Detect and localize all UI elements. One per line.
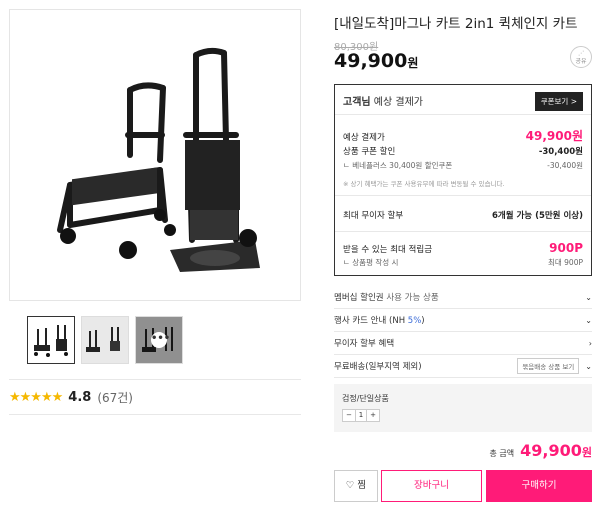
coupon-discount-row: 상품 쿠폰 할인 -30,400원 [343,147,583,157]
points-row: 받을 수 있는 최대 적립금 900P [343,241,583,255]
wishlist-button[interactable]: ♡ 찜 [334,470,378,502]
installment-row: 최대 무이자 할부 6개월 가능 (5만원 이상) [343,211,583,221]
bundle-shipping-button[interactable]: 묶음배송 상품 보기 [517,358,580,374]
quantity-value[interactable]: 1 [355,410,367,421]
increase-button[interactable]: + [367,410,379,421]
star-rating-icon: ★★★★★ [9,390,63,405]
expected-payment-box: 고객님 예상 결제가 쿠폰보기 > 예상 결제가 49,900원 상품 쿠폰 할… [334,84,592,276]
share-button[interactable]: ⋰ 공유 [570,46,592,68]
thumbnail-3[interactable]: ••• [135,316,183,364]
expected-price-row: 예상 결제가 49,900원 [343,129,583,143]
rating-score: 4.8 [68,390,92,405]
review-count: (67건) [97,391,133,405]
cart-illustration [57,47,260,272]
interest-free-accordion[interactable]: 무이자 할부 혜택 › [334,332,592,354]
buy-now-button[interactable]: 구매하기 [486,470,592,502]
quantity-stepper: − 1 + [342,409,380,422]
divider [9,414,301,415]
option-name: 검정/단일상품 [342,394,389,403]
decrease-button[interactable]: − [343,410,355,421]
payment-box-header: 고객님 예상 결제가 [343,97,423,108]
product-title: [내일도착]마그나 카트 2in1 퀵체인지 카트 [334,16,578,32]
divider [335,195,591,196]
selected-option-box: 검정/단일상품 − 1 + [334,384,592,432]
thumbnail-2[interactable] [81,316,129,364]
chevron-right-icon: › [588,338,592,348]
chevron-down-icon: ⌄ [585,315,592,325]
card-event-accordion[interactable]: 행사 카드 안내 (NH 5%) ⌄ [334,309,592,331]
free-shipping-accordion[interactable]: 무료배송(일부지역 제외) 묶음배송 상품 보기 ⌄ [334,355,592,377]
more-images-icon: ••• [151,332,170,348]
divider [334,377,592,378]
membership-discount-accordion[interactable]: 멤버십 할인권 사용 가능 상품 ⌄ [334,286,592,308]
price-notice: ※ 상기 혜택가는 쿠폰 사용유무에 따라 변동될 수 있습니다. [343,180,505,188]
main-product-image [9,9,301,301]
coupon-view-button[interactable]: 쿠폰보기 > [534,92,583,111]
points-detail-row: ㄴ 상품평 작성 시 최대 900P [343,258,583,267]
sale-price: 49,900원 [334,50,419,72]
rating-summary[interactable]: ★★★★★ 4.8 (67건) [9,389,133,406]
thumbnail-1[interactable] [27,316,75,364]
chevron-down-icon: ⌄ [585,292,592,302]
divider [335,231,591,232]
coupon-detail-row: ㄴ 베네플러스 30,400원 할인쿠폰 -30,400원 [343,161,583,170]
share-icon: ⋰ [578,50,584,57]
chevron-down-icon: ⌄ [585,361,592,371]
thumbnail-strip: ••• [27,316,183,364]
divider [335,114,591,115]
divider [9,379,301,380]
total-amount: 총 금액 49,900원 [489,441,593,460]
add-to-cart-button[interactable]: 장바구니 [381,470,482,502]
